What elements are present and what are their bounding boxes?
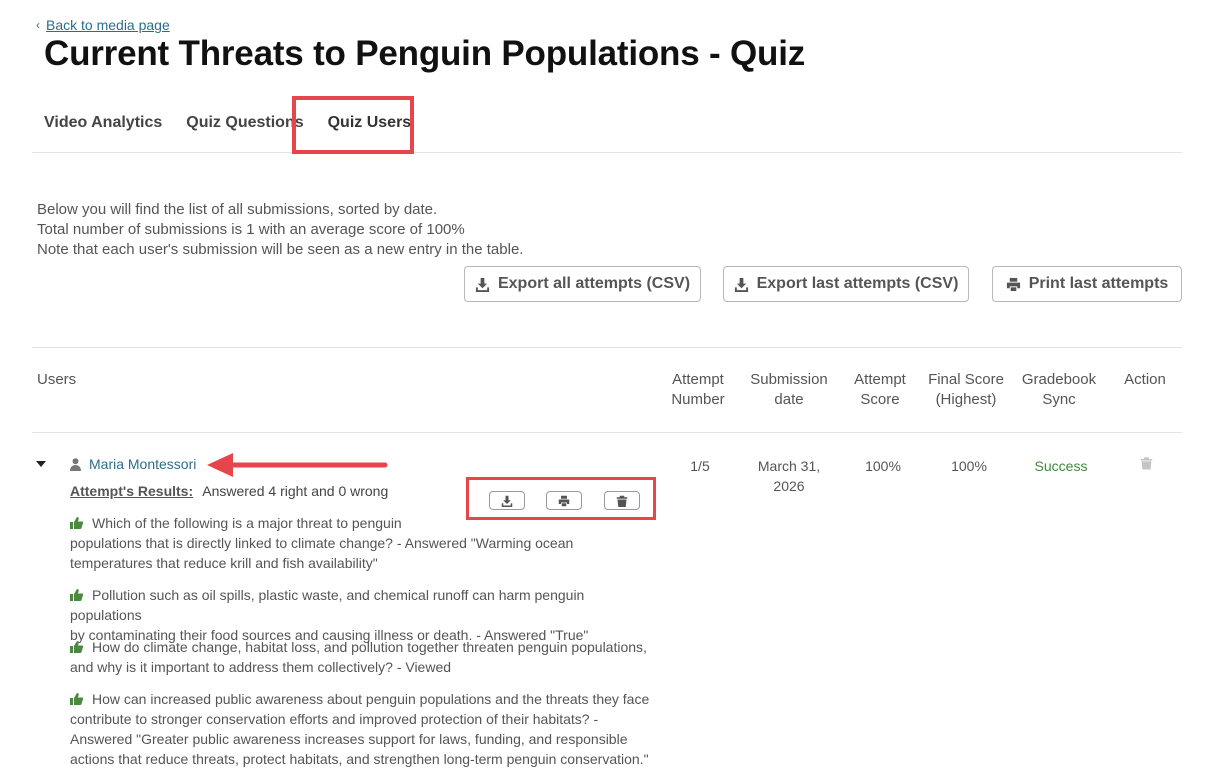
header-users: Users — [37, 371, 77, 388]
chevron-left-icon: ‹ — [36, 18, 40, 32]
annotation-arrow — [207, 453, 388, 477]
question-3-line1: How do climate change, habitat loss, and… — [92, 639, 647, 655]
header-final-score-line1: Final Score — [928, 371, 1004, 388]
attempt-results-label: Attempt's Results: — [70, 483, 194, 499]
question-1-line1: Which of the following is a major threat… — [92, 515, 402, 531]
thumbs-up-icon — [70, 641, 83, 653]
header-attempt-score-line1: Attempt — [854, 371, 906, 388]
cell-submission-date: March 31, 2026 — [744, 456, 834, 496]
download-icon — [734, 277, 748, 292]
export-last-label: Export last attempts (CSV) — [756, 275, 959, 292]
cell-date-line2: 2026 — [773, 478, 805, 494]
print-last-attempts-button[interactable]: Print last attempts — [992, 266, 1182, 302]
highlight-box-tab — [292, 96, 414, 154]
table-top-divider — [32, 347, 1182, 348]
question-result: Pollution such as oil spills, plastic wa… — [70, 585, 655, 645]
intro-line-3: Note that each user's submission will be… — [37, 241, 524, 258]
user-icon — [70, 458, 81, 471]
back-link[interactable]: ‹ Back to media page — [36, 17, 170, 33]
header-attempt-number-line1: Attempt — [672, 371, 724, 388]
thumbs-up-icon — [70, 517, 83, 529]
print-last-label: Print last attempts — [1028, 275, 1169, 292]
question-1-line3: temperatures that reduce krill and fish … — [70, 555, 378, 571]
header-attempt-number: Attempt Number — [658, 370, 738, 410]
intro-line-2: Total number of submissions is 1 with an… — [37, 221, 465, 238]
tab-video-analytics[interactable]: Video Analytics — [44, 114, 162, 132]
header-attempt-score: Attempt Score — [845, 370, 915, 410]
download-icon — [475, 277, 490, 292]
export-last-attempts-button[interactable]: Export last attempts (CSV) — [723, 266, 969, 302]
question-4-line2: contribute to stronger conservation effo… — [70, 711, 599, 727]
export-all-label: Export all attempts (CSV) — [497, 275, 691, 292]
thumbs-up-icon — [70, 589, 83, 601]
intro-line-1: Below you will find the list of all subm… — [37, 201, 438, 218]
cell-final-score: 100% — [951, 458, 987, 474]
tabs-divider — [32, 152, 1182, 153]
header-final-score: Final Score (Highest) — [921, 370, 1011, 410]
cell-attempt-score: 100% — [865, 458, 901, 474]
header-submission-date-line2: date — [774, 391, 804, 408]
question-1-line2: populations that is directly linked to c… — [70, 535, 574, 551]
header-attempt-score-line2: Score — [860, 391, 900, 408]
question-3-line2: and why is it important to address them … — [70, 659, 452, 675]
thumbs-up-icon — [70, 693, 83, 705]
print-icon — [1006, 277, 1020, 291]
header-gradebook-sync-line2: Sync — [1042, 391, 1076, 408]
header-attempt-number-line2: Number — [671, 391, 725, 408]
question-result: How do climate change, habitat loss, and… — [70, 637, 655, 677]
intro-text: Below you will find the list of all subm… — [37, 200, 523, 260]
cell-attempt-number: 1/5 — [690, 458, 710, 474]
page-title: Current Threats to Penguin Populations -… — [44, 34, 806, 73]
attempt-results: Attempt's Results: Answered 4 right and … — [70, 483, 388, 499]
question-result: How can increased public awareness about… — [70, 689, 655, 769]
question-4-line4: actions that reduce threats, protect hab… — [70, 751, 649, 767]
header-gradebook-sync-line1: Gradebook — [1021, 371, 1097, 388]
cell-gradebook-sync: Success — [1034, 458, 1088, 474]
cell-date-line1: March 31, — [757, 458, 821, 474]
attempt-results-text: Answered 4 right and 0 wrong — [202, 483, 389, 499]
header-submission-date-line1: Submission — [750, 371, 828, 388]
question-2-line1: Pollution such as oil spills, plastic wa… — [70, 587, 585, 623]
expand-caret-icon[interactable] — [36, 461, 46, 467]
export-all-attempts-button[interactable]: Export all attempts (CSV) — [464, 266, 701, 302]
table-header-divider — [32, 432, 1182, 433]
header-gradebook-sync: Gradebook Sync — [1014, 370, 1104, 410]
header-final-score-line2: (Highest) — [935, 391, 997, 408]
header-action: Action — [1124, 371, 1166, 388]
trash-icon[interactable] — [1140, 456, 1153, 470]
back-link-label[interactable]: Back to media page — [46, 17, 170, 33]
header-submission-date: Submission date — [744, 370, 834, 410]
question-result: Which of the following is a major threat… — [70, 513, 655, 573]
user-name-link[interactable]: Maria Montessori — [89, 456, 196, 472]
question-4-line3: Answered "Greater public awareness incre… — [70, 731, 628, 747]
tab-quiz-questions[interactable]: Quiz Questions — [186, 114, 303, 132]
question-4-line1: How can increased public awareness about… — [92, 691, 650, 707]
